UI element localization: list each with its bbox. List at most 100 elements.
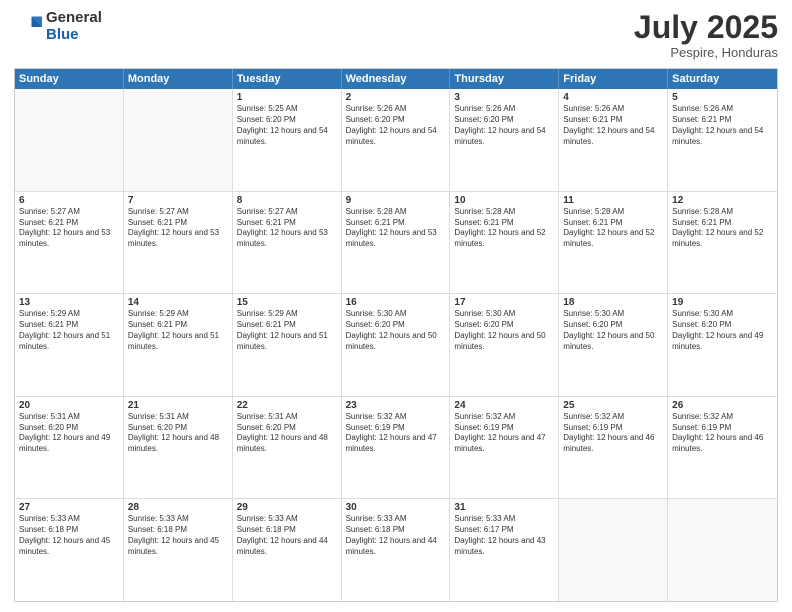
day-number: 25 (563, 400, 663, 411)
cell-info: Sunrise: 5:29 AM Sunset: 6:21 PM Dayligh… (19, 309, 119, 352)
calendar-header: SundayMondayTuesdayWednesdayThursdayFrid… (15, 69, 777, 89)
calendar-row: 27 Sunrise: 5:33 AM Sunset: 6:18 PM Dayli… (15, 499, 777, 601)
calendar-cell (668, 499, 777, 601)
day-number: 17 (454, 297, 554, 308)
calendar-cell: 7Sunrise: 5:27 AM Sunset: 6:21 PM Daylig… (124, 192, 233, 294)
calendar-cell: 23Sunrise: 5:32 AM Sunset: 6:19 PM Dayli… (342, 397, 451, 499)
day-number: 16 (346, 297, 446, 308)
day-number: 26 (672, 400, 773, 411)
cell-info: Sunrise: 5:29 AM Sunset: 6:21 PM Dayligh… (128, 309, 228, 352)
cell-info: Sunrise: 5:28 AM Sunset: 6:21 PM Dayligh… (672, 207, 773, 250)
calendar-cell (559, 499, 668, 601)
calendar-cell: 1Sunrise: 5:25 AM Sunset: 6:20 PM Daylig… (233, 89, 342, 191)
calendar-cell: 17Sunrise: 5:30 AM Sunset: 6:20 PM Dayli… (450, 294, 559, 396)
calendar-cell: 20Sunrise: 5:31 AM Sunset: 6:20 PM Dayli… (15, 397, 124, 499)
cell-info: Sunrise: 5:27 AM Sunset: 6:21 PM Dayligh… (237, 207, 337, 250)
cell-info: Sunrise: 5:31 AM Sunset: 6:20 PM Dayligh… (128, 412, 228, 455)
weekday-header: Friday (559, 69, 668, 89)
cell-info: Sunrise: 5:32 AM Sunset: 6:19 PM Dayligh… (346, 412, 446, 455)
day-number: 2 (346, 92, 446, 103)
day-number: 13 (19, 297, 119, 308)
day-number: 11 (563, 195, 663, 206)
day-number: 19 (672, 297, 773, 308)
header: General Blue July 2025 Pespire, Honduras (14, 10, 778, 60)
cell-info: Sunrise: 5:33 AM Sunset: 6:18 PM Dayligh… (128, 514, 228, 557)
cell-info: Sunrise: 5:28 AM Sunset: 6:21 PM Dayligh… (563, 207, 663, 250)
calendar-row: 13Sunrise: 5:29 AM Sunset: 6:21 PM Dayli… (15, 294, 777, 397)
cell-info: Sunrise: 5:28 AM Sunset: 6:21 PM Dayligh… (454, 207, 554, 250)
logo-general: General (46, 10, 102, 27)
day-number: 9 (346, 195, 446, 206)
calendar-cell (15, 89, 124, 191)
day-number: 22 (237, 400, 337, 411)
calendar-cell: 15Sunrise: 5:29 AM Sunset: 6:21 PM Dayli… (233, 294, 342, 396)
day-number: 4 (563, 92, 663, 103)
day-number: 6 (19, 195, 119, 206)
calendar-cell: 28Sunrise: 5:33 AM Sunset: 6:18 PM Dayli… (124, 499, 233, 601)
weekday-header: Wednesday (342, 69, 451, 89)
cell-info: Sunrise: 5:32 AM Sunset: 6:19 PM Dayligh… (454, 412, 554, 455)
weekday-header: Tuesday (233, 69, 342, 89)
cell-info: Sunrise: 5:30 AM Sunset: 6:20 PM Dayligh… (454, 309, 554, 352)
calendar-cell: 30Sunrise: 5:33 AM Sunset: 6:18 PM Dayli… (342, 499, 451, 601)
calendar-row: 20Sunrise: 5:31 AM Sunset: 6:20 PM Dayli… (15, 397, 777, 500)
cell-info: Sunrise: 5:27 AM Sunset: 6:21 PM Dayligh… (128, 207, 228, 250)
calendar-cell: 21Sunrise: 5:31 AM Sunset: 6:20 PM Dayli… (124, 397, 233, 499)
calendar-cell: 12Sunrise: 5:28 AM Sunset: 6:21 PM Dayli… (668, 192, 777, 294)
calendar-cell: 25Sunrise: 5:32 AM Sunset: 6:19 PM Dayli… (559, 397, 668, 499)
cell-info: Sunrise: 5:30 AM Sunset: 6:20 PM Dayligh… (563, 309, 663, 352)
cell-info: Sunrise: 5:26 AM Sunset: 6:20 PM Dayligh… (346, 104, 446, 147)
location-subtitle: Pespire, Honduras (634, 45, 778, 60)
day-number: 15 (237, 297, 337, 308)
day-number: 3 (454, 92, 554, 103)
title-block: July 2025 Pespire, Honduras (634, 10, 778, 60)
calendar-cell: 19Sunrise: 5:30 AM Sunset: 6:20 PM Dayli… (668, 294, 777, 396)
cell-info: Sunrise: 5:32 AM Sunset: 6:19 PM Dayligh… (672, 412, 773, 455)
cell-info: Sunrise: 5:33 AM Sunset: 6:17 PM Dayligh… (454, 514, 554, 557)
calendar-cell: 2Sunrise: 5:26 AM Sunset: 6:20 PM Daylig… (342, 89, 451, 191)
calendar: SundayMondayTuesdayWednesdayThursdayFrid… (14, 68, 778, 602)
logo-text: General Blue (46, 10, 102, 43)
day-number: 27 (19, 502, 119, 513)
calendar-cell: 16Sunrise: 5:30 AM Sunset: 6:20 PM Dayli… (342, 294, 451, 396)
day-number: 8 (237, 195, 337, 206)
cell-info: Sunrise: 5:26 AM Sunset: 6:20 PM Dayligh… (454, 104, 554, 147)
calendar-body: 1Sunrise: 5:25 AM Sunset: 6:20 PM Daylig… (15, 89, 777, 601)
cell-info: Sunrise: 5:31 AM Sunset: 6:20 PM Dayligh… (237, 412, 337, 455)
day-number: 14 (128, 297, 228, 308)
cell-info: Sunrise: 5:26 AM Sunset: 6:21 PM Dayligh… (563, 104, 663, 147)
calendar-cell: 4Sunrise: 5:26 AM Sunset: 6:21 PM Daylig… (559, 89, 668, 191)
calendar-cell: 11Sunrise: 5:28 AM Sunset: 6:21 PM Dayli… (559, 192, 668, 294)
cell-info: Sunrise: 5:31 AM Sunset: 6:20 PM Dayligh… (19, 412, 119, 455)
calendar-cell: 10Sunrise: 5:28 AM Sunset: 6:21 PM Dayli… (450, 192, 559, 294)
calendar-cell: 22Sunrise: 5:31 AM Sunset: 6:20 PM Dayli… (233, 397, 342, 499)
calendar-cell: 29Sunrise: 5:33 AM Sunset: 6:18 PM Dayli… (233, 499, 342, 601)
calendar-row: 6Sunrise: 5:27 AM Sunset: 6:21 PM Daylig… (15, 192, 777, 295)
calendar-cell: 31Sunrise: 5:33 AM Sunset: 6:17 PM Dayli… (450, 499, 559, 601)
weekday-header: Monday (124, 69, 233, 89)
calendar-cell: 27Sunrise: 5:33 AM Sunset: 6:18 PM Dayli… (15, 499, 124, 601)
cell-info: Sunrise: 5:27 AM Sunset: 6:21 PM Dayligh… (19, 207, 119, 250)
day-number: 23 (346, 400, 446, 411)
calendar-cell: 24Sunrise: 5:32 AM Sunset: 6:19 PM Dayli… (450, 397, 559, 499)
cell-info: Sunrise: 5:28 AM Sunset: 6:21 PM Dayligh… (346, 207, 446, 250)
month-title: July 2025 (634, 10, 778, 45)
calendar-cell: 14Sunrise: 5:29 AM Sunset: 6:21 PM Dayli… (124, 294, 233, 396)
cell-info: Sunrise: 5:29 AM Sunset: 6:21 PM Dayligh… (237, 309, 337, 352)
day-number: 29 (237, 502, 337, 513)
weekday-header: Thursday (450, 69, 559, 89)
cell-info: Sunrise: 5:26 AM Sunset: 6:21 PM Dayligh… (672, 104, 773, 147)
page: General Blue July 2025 Pespire, Honduras… (0, 0, 792, 612)
day-number: 28 (128, 502, 228, 513)
calendar-cell: 9Sunrise: 5:28 AM Sunset: 6:21 PM Daylig… (342, 192, 451, 294)
day-number: 20 (19, 400, 119, 411)
calendar-cell: 18Sunrise: 5:30 AM Sunset: 6:20 PM Dayli… (559, 294, 668, 396)
day-number: 5 (672, 92, 773, 103)
calendar-cell: 6Sunrise: 5:27 AM Sunset: 6:21 PM Daylig… (15, 192, 124, 294)
calendar-cell (124, 89, 233, 191)
cell-info: Sunrise: 5:25 AM Sunset: 6:20 PM Dayligh… (237, 104, 337, 147)
day-number: 1 (237, 92, 337, 103)
day-number: 7 (128, 195, 228, 206)
cell-info: Sunrise: 5:33 AM Sunset: 6:18 PM Dayligh… (237, 514, 337, 557)
calendar-cell: 26Sunrise: 5:32 AM Sunset: 6:19 PM Dayli… (668, 397, 777, 499)
